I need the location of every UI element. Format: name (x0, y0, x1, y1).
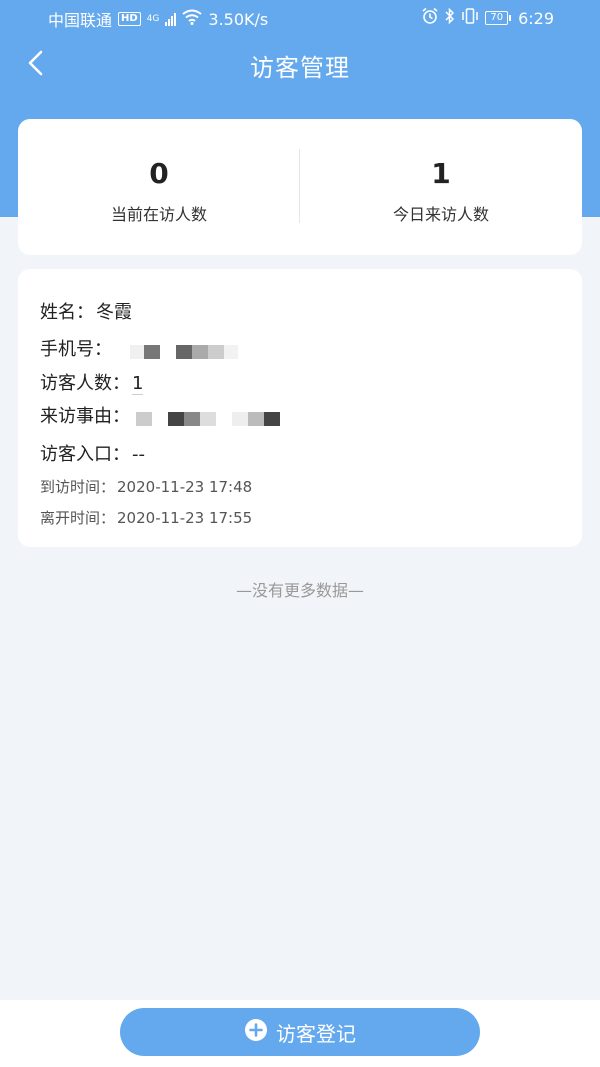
register-button-label: 访客登记 (276, 1021, 356, 1046)
status-bar: 中国联通 HD 4G 3.50K/s 70 6:29 (0, 0, 600, 34)
reason-label: 来访事由： (40, 406, 130, 427)
vibrate-icon (461, 8, 479, 28)
hd-badge: HD (118, 12, 141, 26)
list-end-text: —没有更多数据— (235, 581, 364, 600)
register-visitor-button[interactable]: 访客登记 (120, 1008, 480, 1056)
visitor-phone-row: 手机号： (40, 335, 238, 361)
visitor-entrance: -- (132, 444, 145, 465)
visitor-entrance-row: 访客入口： -- (40, 440, 145, 466)
visitor-name: 冬霞 (96, 302, 132, 323)
phone-label: 手机号： (40, 339, 112, 360)
stat-current-visitors: 0 当前在访人数 (18, 119, 300, 255)
bluetooth-icon (445, 7, 455, 28)
carrier-name: 中国联通 (48, 11, 113, 30)
visitor-reason-row: 来访事由： (40, 402, 280, 428)
leave-time: 2020-11-23 17:55 (117, 509, 253, 527)
visitor-name-row: 姓名： 冬霞 (40, 298, 132, 324)
stat-label: 当前在访人数 (110, 205, 207, 224)
visitor-count-row: 访客人数： 1 (40, 369, 144, 395)
arrive-time: 2020-11-23 17:48 (117, 478, 253, 496)
network-type: 4G (146, 13, 160, 24)
visitor-card[interactable]: 姓名： 冬霞 手机号： 访客人数： 1 来访事由： 访客入口： -- 到访时间： 202… (18, 269, 582, 547)
page-title: 访客管理 (250, 54, 350, 82)
count-label: 访客人数： (40, 373, 130, 394)
leave-label: 离开时间： (40, 509, 116, 527)
stat-value: 1 (431, 157, 451, 190)
name-label: 姓名： (40, 302, 94, 323)
alarm-icon (421, 7, 439, 29)
clock-time: 6:29 (518, 8, 554, 28)
leave-time-row: 离开时间： 2020-11-23 17:55 (40, 507, 252, 528)
entrance-label: 访客入口： (40, 444, 130, 465)
arrive-time-row: 到访时间： 2020-11-23 17:48 (40, 476, 252, 497)
wifi-icon (182, 9, 203, 29)
stat-today-visitors: 1 今日来访人数 (300, 119, 582, 255)
network-speed: 3.50K/s (208, 9, 269, 29)
stat-value: 0 (149, 157, 169, 190)
visitor-count: 1 (132, 373, 144, 395)
signal-icon (165, 12, 177, 26)
redacted-phone (129, 343, 238, 359)
arrive-label: 到访时间： (40, 478, 116, 496)
stats-card: 0 当前在访人数 1 今日来访人数 (18, 119, 582, 255)
stat-label: 今日来访人数 (392, 205, 489, 224)
battery-icon: 70 (485, 11, 511, 25)
nav-bar: 访客管理 (0, 40, 600, 88)
redacted-reason (135, 410, 280, 426)
plus-circle-icon (244, 1018, 268, 1047)
